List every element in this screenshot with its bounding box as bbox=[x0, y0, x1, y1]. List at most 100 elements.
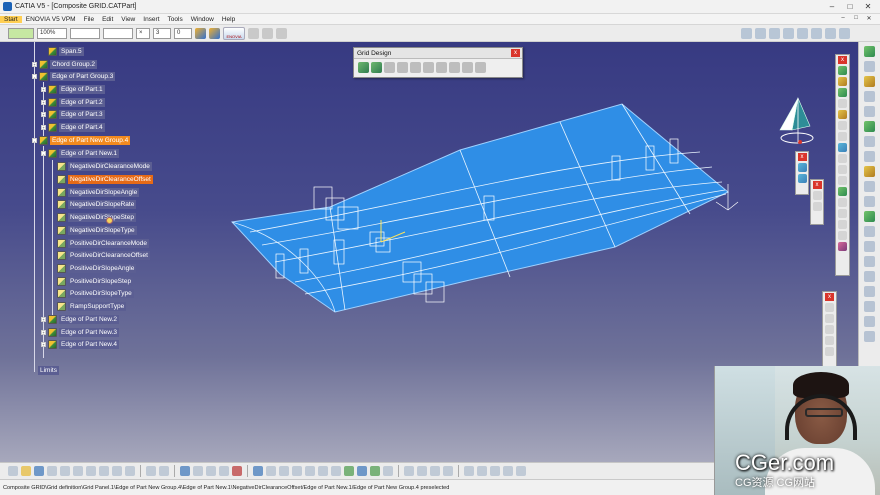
tool-icon-4[interactable] bbox=[783, 28, 794, 39]
span-icon[interactable] bbox=[384, 62, 395, 73]
tree-param-ramp-support-type[interactable]: RampSupportType bbox=[57, 301, 127, 312]
layer-value-a[interactable]: 3 bbox=[153, 27, 171, 39]
tool-icon[interactable] bbox=[864, 181, 875, 192]
stagger-icon[interactable] bbox=[436, 62, 447, 73]
toolbar-close-icon[interactable]: x bbox=[797, 153, 807, 161]
grid-definition-icon[interactable] bbox=[371, 62, 382, 73]
tool-icon[interactable] bbox=[864, 301, 875, 312]
ramp-icon[interactable] bbox=[423, 62, 434, 73]
paste-icon[interactable] bbox=[86, 466, 96, 476]
grid-options-icon[interactable] bbox=[475, 62, 486, 73]
tree-param-neg-slope-step[interactable]: NegativeDirSlopeStep bbox=[57, 212, 136, 223]
expand-toggle[interactable]: + bbox=[41, 330, 46, 335]
tool-icon[interactable] bbox=[838, 88, 847, 97]
tool-icon-2[interactable] bbox=[755, 28, 766, 39]
tool-icon[interactable] bbox=[838, 143, 847, 152]
minimize-button[interactable]: – bbox=[824, 1, 840, 12]
toolbar-close-icon[interactable]: x bbox=[812, 181, 822, 189]
tool-icon[interactable] bbox=[838, 99, 847, 108]
hide-show-icon[interactable] bbox=[370, 466, 380, 476]
line-thickness-select[interactable] bbox=[70, 27, 100, 39]
tree-node-edge-new1[interactable]: - Edge of Part New.1 bbox=[41, 148, 120, 159]
tool-icon[interactable] bbox=[864, 196, 875, 207]
tool-icon[interactable] bbox=[864, 106, 875, 117]
menu-window[interactable]: Window bbox=[187, 16, 218, 23]
tool-icon[interactable] bbox=[404, 466, 414, 476]
tree-node-edge-new3[interactable]: + Edge of Part New.3 bbox=[41, 327, 120, 338]
menu-view[interactable]: View bbox=[117, 16, 139, 23]
tool-icon[interactable] bbox=[443, 466, 453, 476]
menu-tools[interactable]: Tools bbox=[164, 16, 187, 23]
expand-toggle[interactable]: + bbox=[41, 125, 46, 130]
tool-icon[interactable] bbox=[864, 61, 875, 72]
expand-toggle[interactable]: + bbox=[41, 87, 46, 92]
tool-icon[interactable] bbox=[864, 226, 875, 237]
tool-icon[interactable] bbox=[864, 271, 875, 282]
grid-design-title[interactable]: Grid Design bbox=[354, 48, 522, 59]
maximize-button[interactable]: □ bbox=[842, 1, 858, 12]
toolbar-icon-c[interactable] bbox=[276, 27, 287, 39]
tool-icon[interactable] bbox=[864, 76, 875, 87]
tool-icon[interactable] bbox=[838, 198, 847, 207]
collapse-toggle[interactable]: - bbox=[32, 138, 37, 143]
tree-param-pos-slope-type[interactable]: PositiveDirSlopeType bbox=[57, 288, 134, 299]
whats-this-icon[interactable] bbox=[125, 466, 135, 476]
tool-icon[interactable] bbox=[464, 466, 474, 476]
chord-icon[interactable] bbox=[397, 62, 408, 73]
menu-help[interactable]: Help bbox=[218, 16, 239, 23]
doc-restore-button[interactable]: □ bbox=[851, 15, 861, 24]
tool-icon[interactable] bbox=[825, 336, 834, 345]
cut-icon[interactable] bbox=[60, 466, 70, 476]
tree-param-neg-slope-type[interactable]: NegativeDirSlopeType bbox=[57, 225, 137, 236]
tool-icon[interactable] bbox=[864, 286, 875, 297]
tool-icon-7[interactable] bbox=[825, 28, 836, 39]
point-symbol-select[interactable]: × bbox=[136, 27, 150, 39]
tool-icon[interactable] bbox=[864, 91, 875, 102]
tool-icon[interactable] bbox=[430, 466, 440, 476]
tree-node-chord-group2[interactable]: + Chord Group.2 bbox=[32, 59, 97, 70]
save-icon[interactable] bbox=[34, 466, 44, 476]
menu-file[interactable]: File bbox=[80, 16, 98, 23]
tree-param-pos-clearance-mode[interactable]: PositiveDirClearanceMode bbox=[57, 238, 149, 249]
zoom-in-icon[interactable] bbox=[305, 466, 315, 476]
tool-icon[interactable] bbox=[838, 66, 847, 75]
new-icon[interactable] bbox=[8, 466, 18, 476]
tree-node-edge-part3[interactable]: + Edge of Part.3 bbox=[41, 109, 105, 120]
render-icon[interactable] bbox=[797, 174, 807, 183]
tool-icon[interactable] bbox=[503, 466, 513, 476]
edge-of-part-icon[interactable] bbox=[410, 62, 421, 73]
tree-param-neg-clearance-mode[interactable]: NegativeDirClearanceMode bbox=[57, 161, 152, 172]
floating-toolbar-c[interactable]: x bbox=[822, 291, 837, 367]
painter-icon[interactable] bbox=[195, 27, 206, 39]
tool-icon[interactable] bbox=[825, 347, 834, 356]
fit-all-icon[interactable] bbox=[266, 466, 276, 476]
doc-close-button[interactable]: ✕ bbox=[864, 15, 874, 24]
tool-icon[interactable] bbox=[838, 154, 847, 163]
tree-node-edge-part2[interactable]: + Edge of Part.2 bbox=[41, 97, 105, 108]
collapse-toggle[interactable]: - bbox=[41, 151, 46, 156]
tool-icon[interactable] bbox=[838, 132, 847, 141]
tool-icon[interactable] bbox=[838, 187, 847, 196]
tree-node-limits[interactable]: Limits bbox=[38, 366, 59, 375]
print-icon[interactable] bbox=[47, 466, 57, 476]
enovia-icon[interactable]: ENOVIA bbox=[223, 26, 245, 40]
doc-minimize-button[interactable]: – bbox=[838, 15, 848, 24]
tree-param-pos-slope-step[interactable]: PositiveDirSlopeStep bbox=[57, 276, 134, 287]
grid-design-toolbar[interactable]: Grid Design x bbox=[353, 47, 523, 78]
tool-icon[interactable] bbox=[417, 466, 427, 476]
menu-edit[interactable]: Edit bbox=[98, 16, 117, 23]
tool-icon[interactable] bbox=[864, 256, 875, 267]
option-icon[interactable] bbox=[812, 202, 822, 211]
tool-icon[interactable] bbox=[193, 466, 203, 476]
tree-param-pos-clearance-offset[interactable]: PositiveDirClearanceOffset bbox=[57, 250, 150, 261]
fill-color-select[interactable] bbox=[8, 27, 34, 39]
tree-node-edge-new2[interactable]: + Edge of Part New.2 bbox=[41, 314, 120, 325]
expand-toggle[interactable]: + bbox=[41, 100, 46, 105]
floating-toolbar-b[interactable]: x bbox=[810, 179, 824, 225]
menu-start[interactable]: Start bbox=[0, 15, 22, 23]
toolbar-close-icon[interactable]: x bbox=[825, 293, 834, 301]
tree-node-edge-part4[interactable]: + Edge of Part.4 bbox=[41, 122, 105, 133]
view-mode-icon[interactable] bbox=[357, 466, 367, 476]
collapse-toggle[interactable]: - bbox=[32, 74, 37, 79]
tree-node-edge-new4[interactable]: + Edge of Part New.4 bbox=[41, 339, 120, 350]
